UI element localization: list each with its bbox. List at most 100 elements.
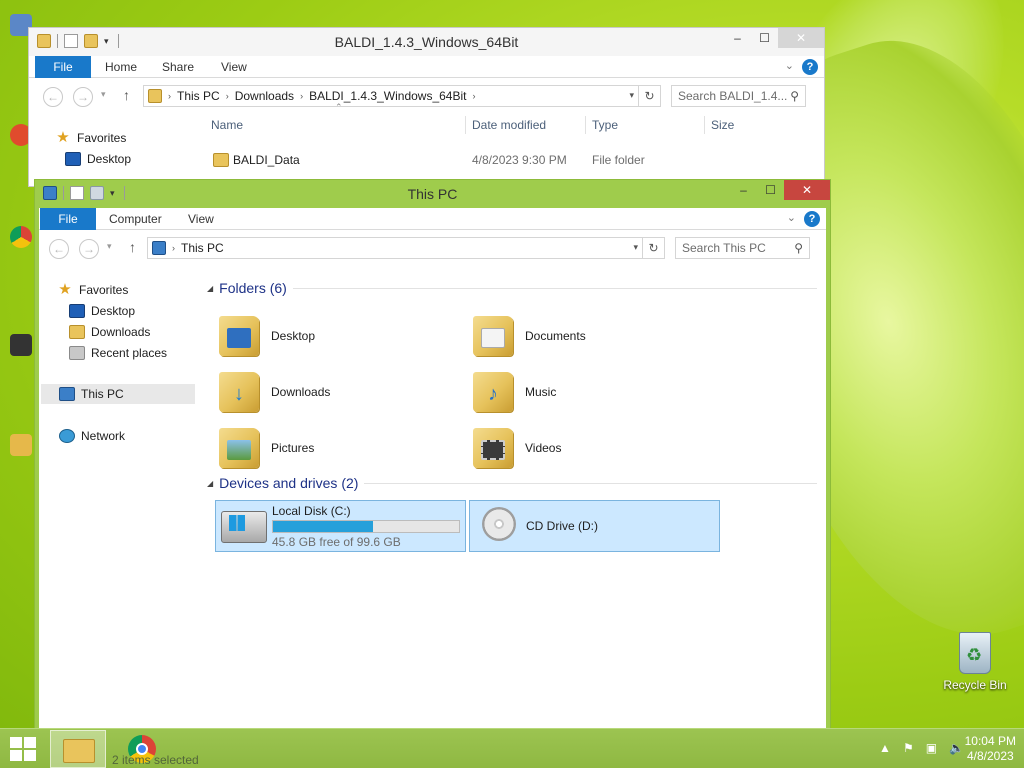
recycle-bin-desktop-icon[interactable]: Recycle Bin — [942, 632, 1008, 692]
search-icon[interactable]: ⚲ — [794, 241, 803, 255]
converter-desktop-icon[interactable] — [10, 434, 32, 456]
nav-desktop[interactable]: Desktop — [65, 149, 131, 169]
drive-tile-c[interactable]: Local Disk (C:) 45.8 GB free of 99.6 GB — [215, 500, 466, 552]
action-center-flag-icon[interactable]: ⚑ — [903, 741, 914, 755]
taskbar: 2 items selected ▲ ⚑ ▣ 🔈 10:04 PM 4/8/20… — [0, 728, 1024, 768]
tab-view[interactable]: View — [221, 56, 247, 78]
forward-button[interactable]: → — [79, 239, 99, 259]
explorer-window-this-pc[interactable]: ▾ This PC ‒ ☐ ✕ File Computer View ⌄ ? ←… — [34, 179, 831, 739]
address-dropdown-icon[interactable]: ▾ — [633, 242, 638, 253]
drive-usage-bar — [272, 520, 460, 533]
start-button[interactable] — [10, 737, 38, 763]
help-icon[interactable]: ? — [802, 59, 818, 75]
column-divider[interactable] — [704, 116, 705, 134]
nav-recent-places[interactable]: Recent places — [69, 343, 167, 363]
address-bar[interactable]: › This PC › Downloads › BALDI_1.4.3_Wind… — [143, 85, 661, 107]
ribbon-expand-icon[interactable]: ⌄ — [785, 59, 794, 72]
file-row[interactable]: BALDI_Data 4/8/2023 9:30 PM File folder — [213, 150, 803, 170]
group-title: Devices and drives (2) — [219, 475, 359, 491]
tab-file[interactable]: File — [40, 208, 96, 230]
chrome-desktop-icon[interactable] — [10, 226, 32, 248]
group-folders[interactable]: ◢ Folders (6) — [207, 280, 817, 296]
group-title: Folders (6) — [219, 280, 287, 296]
nav-network[interactable]: Network — [59, 426, 125, 446]
tab-view[interactable]: View — [188, 208, 214, 230]
recent-locations-icon[interactable]: ▾ — [101, 89, 106, 100]
collapse-icon[interactable]: ◢ — [207, 479, 213, 488]
folder-tile-desktop[interactable]: Desktop — [219, 310, 459, 362]
volume-muted-icon[interactable]: 🔈 — [949, 741, 964, 755]
windows-logo-icon — [229, 515, 245, 531]
recent-places-icon — [69, 346, 85, 360]
crumb-this-pc[interactable]: This PC — [175, 241, 230, 255]
nav-this-pc[interactable]: This PC — [41, 384, 195, 404]
refresh-button[interactable]: ↻ — [642, 238, 664, 258]
tab-home[interactable]: Home — [105, 56, 137, 78]
title-bar[interactable]: ▾ This PC ‒ ☐ ✕ — [35, 180, 830, 208]
folder-tile-downloads[interactable]: ↓ Downloads — [219, 366, 459, 418]
column-name[interactable]: Name — [211, 118, 243, 132]
network-tray-icon[interactable]: ▣ — [926, 741, 937, 755]
content-area: ★ Favorites Desktop Downloads Recent pla… — [39, 266, 826, 730]
help-icon[interactable]: ? — [804, 211, 820, 227]
address-bar[interactable]: › This PC ▾ ↻ — [147, 237, 665, 259]
network-icon — [59, 429, 75, 443]
back-button[interactable]: ← — [43, 87, 63, 107]
column-divider[interactable] — [465, 116, 466, 134]
close-button[interactable]: ✕ — [784, 180, 830, 200]
minimize-button[interactable]: ‒ — [724, 28, 751, 48]
recent-locations-icon[interactable]: ▾ — [107, 241, 112, 252]
video-app-desktop-icon[interactable] — [10, 334, 32, 356]
folder-tile-videos[interactable]: Videos — [473, 422, 713, 474]
folder-icon — [148, 89, 162, 103]
file-type: File folder — [592, 153, 645, 167]
column-size[interactable]: Size — [711, 118, 734, 132]
column-type[interactable]: Type — [592, 118, 618, 132]
clock-time: 10:04 PM — [964, 734, 1016, 748]
tab-computer[interactable]: Computer — [109, 208, 162, 230]
address-dropdown-icon[interactable]: ▾ — [629, 90, 634, 101]
nav-desktop[interactable]: Desktop — [69, 301, 135, 321]
folder-tile-music[interactable]: ♪ Music — [473, 366, 713, 418]
search-icon[interactable]: ⚲ — [790, 89, 799, 103]
desktop-icon — [65, 152, 81, 166]
column-date[interactable]: Date modified — [472, 118, 546, 132]
taskbar-file-explorer[interactable] — [50, 730, 106, 768]
crumb-downloads[interactable]: Downloads — [229, 89, 300, 103]
chevron-right-icon[interactable]: › — [473, 91, 476, 101]
back-button[interactable]: ← — [49, 239, 69, 259]
title-bar[interactable]: ▾ BALDI_1.4.3_Windows_64Bit ‒ ☐ ✕ — [29, 28, 824, 56]
nav-downloads[interactable]: Downloads — [69, 322, 150, 342]
maximize-button[interactable]: ☐ — [751, 28, 778, 48]
navigation-pane: ★ Favorites Desktop Downloads Recent pla… — [39, 266, 199, 730]
nav-favorites[interactable]: ★ Favorites — [55, 128, 126, 148]
search-input[interactable]: Search BALDI_1.4... ⚲ — [671, 85, 806, 107]
ribbon-expand-icon[interactable]: ⌄ — [787, 211, 796, 224]
content-area: ★ Favorites Desktop Name ⌃ Date modified… — [29, 102, 824, 186]
minimize-button[interactable]: ‒ — [730, 180, 757, 200]
group-divider — [364, 482, 817, 484]
search-input[interactable]: Search This PC ⚲ — [675, 237, 810, 259]
show-hidden-icons-icon[interactable]: ▲ — [879, 741, 891, 755]
group-devices[interactable]: ◢ Devices and drives (2) — [207, 475, 817, 491]
folder-tile-pictures[interactable]: Pictures — [219, 422, 459, 474]
drive-tile-d[interactable]: CD Drive (D:) — [469, 500, 720, 552]
tab-file[interactable]: File — [35, 56, 91, 78]
forward-button[interactable]: → — [73, 87, 93, 107]
folder-tile-documents[interactable]: Documents — [473, 310, 713, 362]
refresh-button[interactable]: ↻ — [638, 86, 660, 106]
column-divider[interactable] — [585, 116, 586, 134]
up-button[interactable]: ↑ — [123, 87, 130, 103]
desktop-icon — [69, 304, 85, 318]
collapse-icon[interactable]: ◢ — [207, 284, 213, 293]
crumb-baldi[interactable]: BALDI_1.4.3_Windows_64Bit — [303, 89, 472, 103]
close-button[interactable]: ✕ — [778, 28, 824, 48]
clock[interactable]: 10:04 PM 4/8/2023 — [965, 734, 1016, 764]
maximize-button[interactable]: ☐ — [757, 180, 784, 200]
file-date: 4/8/2023 9:30 PM — [472, 153, 567, 167]
nav-favorites[interactable]: ★ Favorites — [57, 280, 128, 300]
crumb-this-pc[interactable]: This PC — [171, 89, 226, 103]
explorer-window-baldi[interactable]: ▾ BALDI_1.4.3_Windows_64Bit ‒ ☐ ✕ File H… — [28, 27, 825, 187]
up-button[interactable]: ↑ — [129, 239, 136, 255]
tab-share[interactable]: Share — [162, 56, 194, 78]
